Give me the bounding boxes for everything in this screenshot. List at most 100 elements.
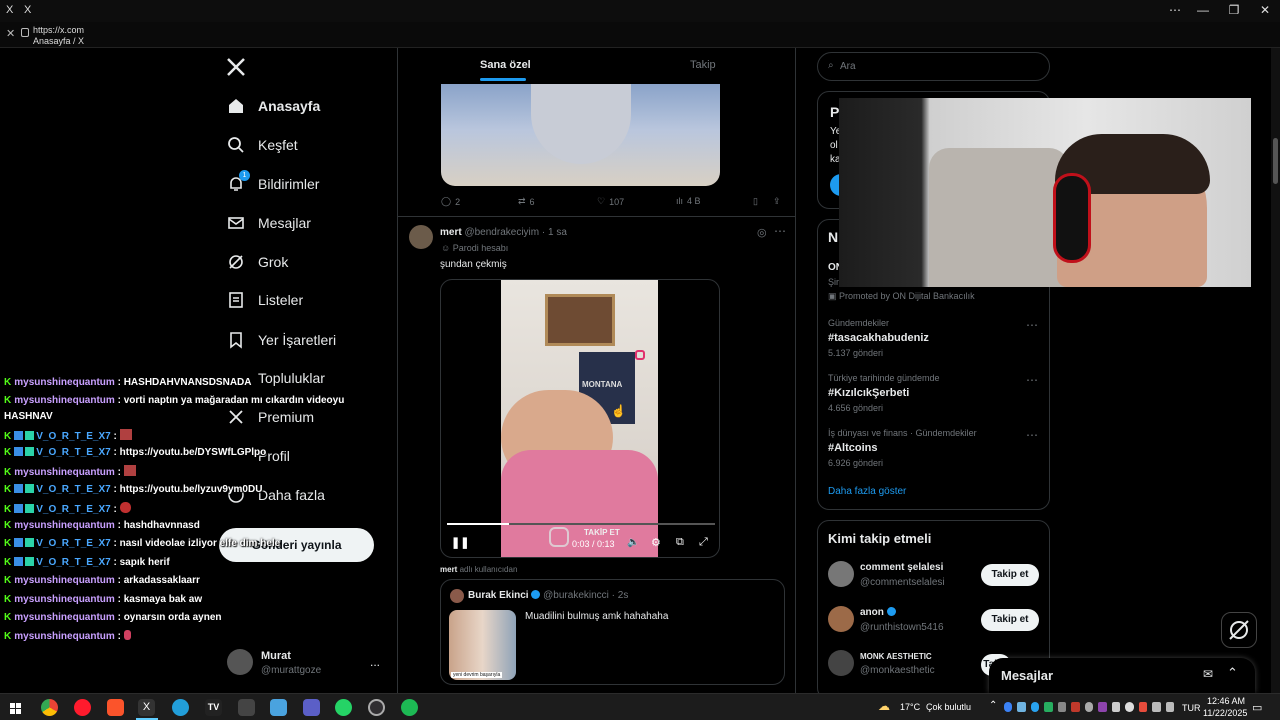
post-time[interactable]: 1 sa [548, 227, 567, 238]
suggestion-name[interactable]: comment şelalesi [860, 562, 943, 573]
trend-more-icon[interactable]: ⋯ [1026, 428, 1038, 442]
telegram-icon[interactable] [172, 699, 189, 716]
tray-app-icon[interactable] [1057, 702, 1067, 712]
grok-button[interactable] [1221, 612, 1257, 648]
window-menu-icon[interactable]: ⋯ [1160, 3, 1190, 17]
quote-card[interactable]: Burak Ekinci @burakekincci · 2s yeni dev… [440, 579, 785, 685]
opera-icon[interactable] [74, 699, 91, 716]
clock-date[interactable]: 11/22/2025 [1203, 708, 1247, 718]
nav-explore[interactable]: Keşfet [226, 130, 298, 160]
repost-button[interactable]: ⇄ 6 [518, 196, 535, 207]
whatsapp-icon[interactable] [335, 699, 352, 716]
settings-icon[interactable]: ⚙ [651, 536, 661, 549]
app-icon[interactable] [238, 699, 255, 716]
trend-item[interactable]: İş dünyası ve finans · Gündemdekiler #Al… [828, 428, 977, 468]
account-name[interactable]: Murat [261, 650, 291, 662]
tray-app-icon[interactable] [1071, 702, 1080, 712]
tab-following[interactable]: Takip [690, 59, 716, 71]
share-button[interactable]: ⇪ [773, 196, 781, 207]
bookmark-button[interactable]: ▯ [753, 196, 758, 207]
video-progress[interactable] [447, 523, 715, 525]
clock-time[interactable]: 12:46 AM [1207, 696, 1245, 706]
maximize-icon[interactable]: ❐ [1219, 3, 1249, 17]
cloud-app-icon[interactable] [270, 699, 287, 716]
close-icon[interactable]: ✕ [6, 27, 15, 40]
fullscreen-icon[interactable]: ⤢ [699, 536, 708, 549]
expand-icon[interactable]: ⌃ [1227, 665, 1238, 681]
pip-icon[interactable]: ⧉ [676, 536, 684, 549]
tray-expand-icon[interactable]: ⌃ [989, 700, 997, 711]
video-player[interactable]: MONTANA ❚❚ TAKİP ET 0:03 / 0:13 🔈 ⚙ ⧉ ⤢ [440, 279, 720, 558]
avatar[interactable] [828, 606, 854, 632]
attribution-user[interactable]: mert [440, 565, 457, 574]
spotify-icon[interactable] [401, 699, 418, 716]
nav-bookmarks[interactable]: Yer İşaretleri [226, 325, 336, 355]
like-button[interactable]: ♡ 107 [597, 196, 624, 207]
tab-title[interactable]: X [24, 4, 31, 16]
nav-messages[interactable]: Mesajlar [226, 208, 311, 238]
post-handle[interactable]: @bendrakeciyim [464, 227, 539, 238]
obs-icon[interactable] [368, 699, 385, 716]
nav-home[interactable]: Anasayfa [226, 91, 320, 121]
follow-button[interactable]: Takip et [981, 609, 1039, 631]
trend-more-icon[interactable]: ⋯ [1026, 318, 1038, 332]
volume-icon[interactable] [1165, 702, 1175, 712]
avatar[interactable] [828, 650, 854, 676]
bluetooth-icon[interactable] [1004, 702, 1013, 712]
new-message-icon[interactable]: ✉ [1203, 667, 1213, 681]
avatar[interactable] [227, 649, 253, 675]
post-more-icon[interactable]: ⋯ [774, 224, 786, 238]
tab-for-you[interactable]: Sana özel [480, 59, 531, 71]
trend-more-icon[interactable]: ⋯ [1026, 373, 1038, 387]
tray-app-icon[interactable] [1138, 702, 1148, 712]
address-bar[interactable]: ✕ https://x.com Anasayfa / X [0, 22, 1280, 48]
x-app-icon[interactable]: X [138, 699, 155, 716]
network-icon[interactable] [1152, 702, 1161, 712]
trend-item[interactable]: Türkiye tarihinde gündemde #KızılcıkŞerb… [828, 373, 940, 413]
tradingview-icon[interactable]: TV [205, 699, 222, 716]
notification-center-icon[interactable]: ▭ [1252, 701, 1262, 714]
follow-button[interactable]: Takip et [981, 564, 1039, 586]
language-indicator[interactable]: TUR [1182, 703, 1201, 713]
windows-start-icon[interactable] [10, 702, 21, 714]
nav-premium[interactable]: Premium [226, 402, 314, 432]
tray-app-icon[interactable] [1030, 702, 1040, 712]
grok-icon[interactable]: ◎ [757, 226, 767, 239]
nav-grok[interactable]: Grok [226, 247, 288, 277]
quote-image[interactable]: yeni devrim başarıyla [449, 610, 516, 680]
tray-app-icon[interactable] [1111, 702, 1121, 712]
volume-icon[interactable]: 🔈 [627, 537, 639, 548]
weather-temp[interactable]: 17°C [900, 702, 920, 712]
pause-icon[interactable]: ❚❚ [451, 536, 469, 549]
reply-button[interactable]: ◯ 2 [441, 196, 460, 207]
tray-app-icon[interactable] [1084, 702, 1094, 712]
trend-item[interactable]: Gündemdekiler #tasacakhabudeniz 5.137 gö… [828, 318, 929, 358]
views-button[interactable]: ılı 4 B [676, 196, 701, 206]
avatar[interactable] [828, 561, 854, 587]
minimize-icon[interactable]: — [1188, 3, 1218, 17]
scrollbar-thumb[interactable] [1273, 138, 1278, 184]
account-more-icon[interactable]: ... [370, 655, 380, 669]
scrollbar[interactable] [1271, 48, 1280, 693]
tray-app-icon[interactable] [1044, 702, 1053, 712]
microphone-icon[interactable] [1125, 702, 1134, 712]
brave-icon[interactable] [107, 699, 124, 716]
show-more-link[interactable]: Daha fazla göster [828, 486, 906, 497]
chrome-icon[interactable] [41, 699, 58, 716]
tray-app-icon[interactable] [1017, 702, 1026, 712]
suggestion-name[interactable]: MONK AESTHETIC [860, 652, 932, 661]
messages-drawer[interactable]: Mesajlar ✉ ⌃ [989, 658, 1255, 693]
avatar[interactable] [409, 225, 433, 249]
suggestion-name[interactable]: anon [860, 607, 884, 618]
previous-post-image[interactable] [441, 84, 720, 186]
weather-text[interactable]: Çok bulutlu [926, 702, 971, 712]
quote-author[interactable]: Burak Ekinci [468, 590, 529, 601]
teams-icon[interactable] [303, 699, 320, 716]
search-input[interactable]: ⌕ Ara [817, 52, 1050, 81]
close-window-icon[interactable]: ✕ [1250, 3, 1280, 17]
weather-icon[interactable]: ☁ [878, 699, 890, 713]
post-author[interactable]: mert [440, 227, 462, 238]
tray-app-icon[interactable] [1098, 702, 1107, 712]
x-logo-icon[interactable] [226, 57, 248, 79]
nav-lists[interactable]: Listeler [226, 285, 303, 315]
